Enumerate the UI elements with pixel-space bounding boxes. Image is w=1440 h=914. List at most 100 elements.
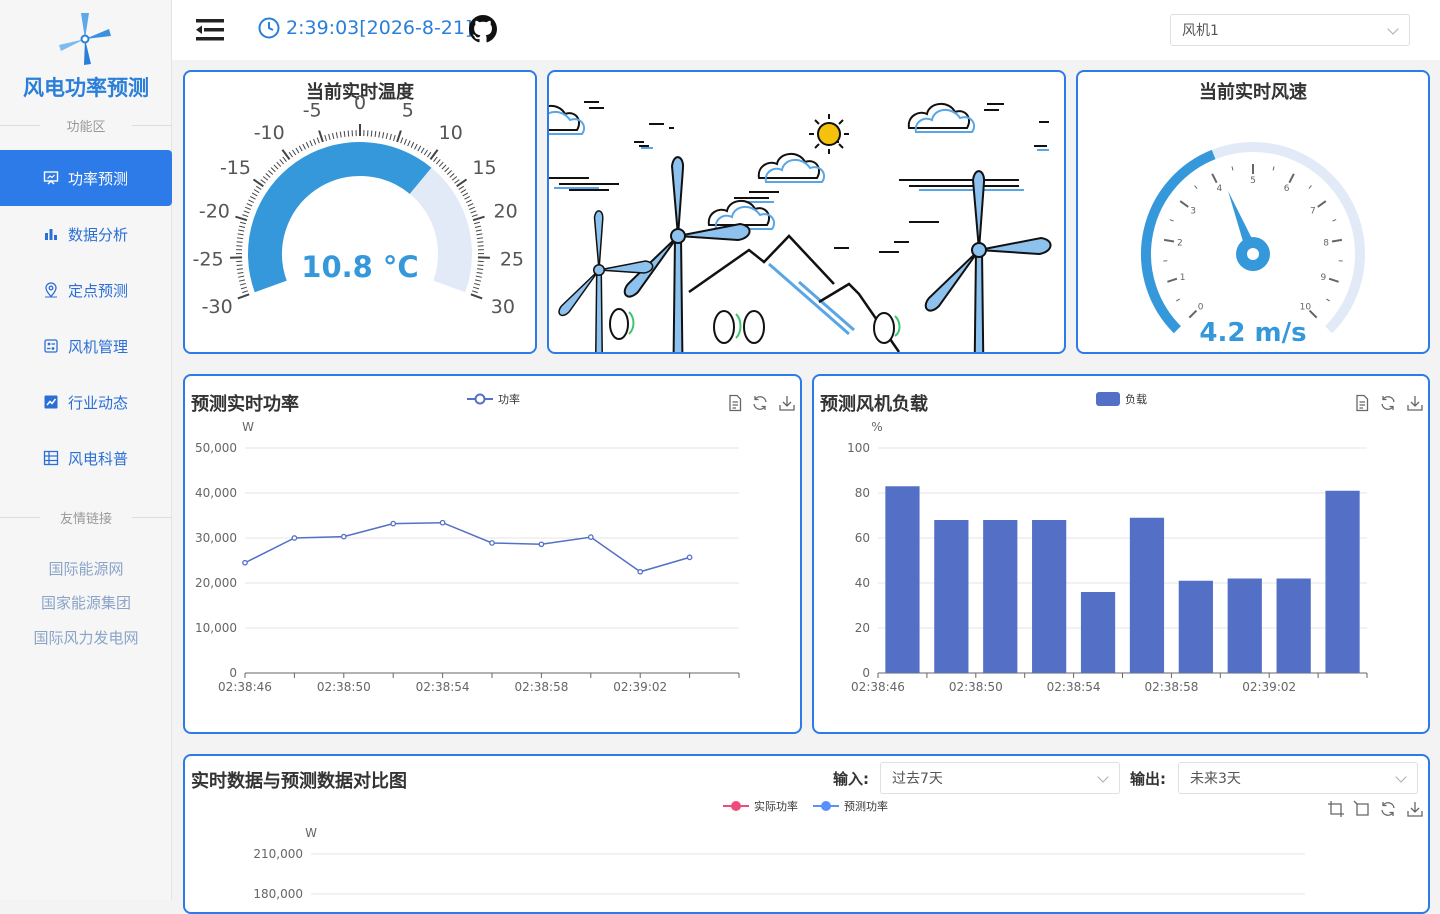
function-section-label: 功能区 [0, 116, 172, 135]
save-image-icon[interactable] [778, 394, 796, 412]
load-bar [934, 520, 968, 673]
wind-gauge-tick [1195, 186, 1198, 189]
y-tick-label: 0 [229, 666, 237, 680]
temperature-value: 10.8 °C [185, 250, 535, 284]
turbine-select[interactable]: 风机1 [1170, 14, 1410, 46]
load-legend[interactable]: 负载 [1096, 391, 1147, 407]
wind-farm-illustration-card [547, 70, 1066, 354]
restore-icon[interactable] [1379, 394, 1397, 412]
output-range-select[interactable]: 未来3天 [1178, 762, 1418, 794]
wind-gauge-label: 1 [1180, 273, 1186, 283]
temperature-gauge-label: -15 [220, 157, 251, 179]
comparison-chart-card: 实时数据与预测数据对比图 输入: 过去7天 输出: 未来3天 实际功率 预测功率… [183, 754, 1430, 914]
sidebar: 风电功率预测 功能区 功率预测 数据分析 定点预测 风机管理 行业动态 风电科普… [0, 0, 172, 900]
nav-item-turbine-management[interactable]: 风机管理 [0, 318, 172, 374]
x-tick-label: 02:39:02 [613, 680, 667, 694]
wind-gauge-tick [1332, 240, 1342, 242]
temperature-gauge-tick [274, 165, 278, 169]
restore-icon[interactable] [751, 394, 769, 412]
wind-gauge-tick [1318, 201, 1326, 207]
temperature-gauge-label: 15 [472, 157, 496, 179]
nav-item-industry-news[interactable]: 行业动态 [0, 374, 172, 430]
actual-legend-label: 实际功率 [754, 798, 798, 814]
temperature-gauge-tick [256, 186, 261, 189]
wind-gauge-tick [1232, 166, 1233, 170]
nav-item-fixed-point-prediction[interactable]: 定点预测 [0, 262, 172, 318]
temperature-gauge-tick [263, 177, 268, 181]
temperature-gauge-tick [411, 142, 414, 147]
temperature-gauge-tick [408, 141, 410, 146]
temperature-gauge-tick [473, 287, 479, 289]
current-time: 2:39:03[2026-8-21] [286, 17, 472, 39]
temperature-gauge-tick [466, 200, 471, 203]
load-chart-card: 预测风机负载 负载 %02040608010002:38:4602:38:500… [812, 374, 1430, 734]
temperature-gauge-tick [244, 211, 250, 213]
temperature-gauge-tick [447, 170, 451, 174]
load-bar [1325, 491, 1359, 673]
temperature-gauge-tick [247, 204, 252, 206]
y-tick-label: 0 [862, 666, 870, 680]
load-bar-chart: %02040608010002:38:4602:38:5002:38:5402:… [814, 416, 1428, 716]
github-icon[interactable] [469, 15, 497, 43]
temperature-gauge-tick [394, 135, 396, 141]
link-national-energy-group[interactable]: 国家能源集团 [0, 592, 172, 613]
power-line-chart: W010,00020,00030,00040,00050,00002:38:46… [185, 416, 800, 716]
data-view-icon[interactable] [1353, 394, 1371, 412]
wind-speed-value: 4.2 m/s [1078, 318, 1428, 348]
temperature-gauge-tick [306, 142, 309, 147]
chevron-down-icon [1387, 23, 1398, 34]
temperature-gauge-tick [439, 162, 443, 166]
x-tick-label: 02:38:54 [1047, 680, 1101, 694]
temperature-gauge-label: -30 [202, 296, 233, 318]
data-view-icon[interactable] [726, 394, 744, 412]
wind-gauge-label: 8 [1323, 238, 1329, 248]
temperature-gauge-tick [468, 204, 473, 206]
nav-label: 风电科普 [68, 448, 128, 469]
chevron-down-icon [1395, 771, 1406, 782]
temperature-gauge-tick [427, 152, 430, 157]
predicted-power-legend[interactable]: 预测功率 [813, 798, 888, 814]
temperature-gauge-label: -20 [199, 200, 230, 222]
temperature-card: 当前实时温度 -30-25-20-15-10-5051015202530 10.… [183, 70, 537, 354]
wind-turbine-logo-icon [56, 12, 114, 66]
link-international-wind-power[interactable]: 国际风力发电网 [0, 627, 172, 648]
load-bar [885, 486, 919, 673]
input-label: 输入: [833, 768, 869, 789]
save-image-icon[interactable] [1406, 394, 1424, 412]
line-legend-icon [723, 800, 749, 812]
temperature-gauge-tick [445, 168, 449, 172]
temperature-gauge-label: 10 [439, 122, 463, 144]
output-label: 输出: [1130, 768, 1166, 789]
temperature-gauge-tick [271, 168, 275, 172]
temperature-gauge-tick [404, 139, 406, 145]
x-tick-label: 02:38:54 [416, 680, 470, 694]
temperature-gauge-tick [471, 294, 482, 298]
power-data-point [539, 542, 543, 546]
temperature-gauge-tick [280, 159, 284, 164]
comparison-chart-title: 实时数据与预测数据对比图 [191, 767, 407, 793]
nav-item-data-analysis[interactable]: 数据分析 [0, 206, 172, 262]
wind-speed-gauge: 012345678910 [1078, 72, 1428, 354]
input-range-select[interactable]: 过去7天 [880, 762, 1120, 794]
menu-fold-icon[interactable] [196, 17, 224, 43]
temperature-gauge-tick [418, 146, 421, 151]
y-axis-unit: W [242, 420, 254, 434]
temperature-gauge-tick [238, 230, 244, 231]
link-international-energy[interactable]: 国际能源网 [0, 558, 172, 579]
nav-item-power-prediction[interactable]: 功率预测 [0, 150, 172, 206]
grid-icon [43, 450, 59, 466]
nav-label: 功率预测 [68, 168, 128, 189]
actual-power-legend[interactable]: 实际功率 [723, 798, 798, 814]
temperature-gauge-tick [442, 165, 446, 169]
temperature-gauge-tick [235, 217, 246, 220]
nav-item-wind-science[interactable]: 风电科普 [0, 430, 172, 486]
bar-chart-icon [43, 226, 59, 242]
wind-gauge-hub-center [1247, 248, 1259, 260]
temperature-gauge-tick [390, 134, 392, 140]
compare-y-tick: 180,000 [253, 887, 303, 901]
wind-gauge-tick [1167, 279, 1177, 282]
temperature-gauge-tick [424, 150, 427, 155]
y-axis-unit: % [871, 420, 882, 434]
power-legend[interactable]: 功率 [467, 391, 520, 407]
trend-icon [43, 394, 59, 410]
